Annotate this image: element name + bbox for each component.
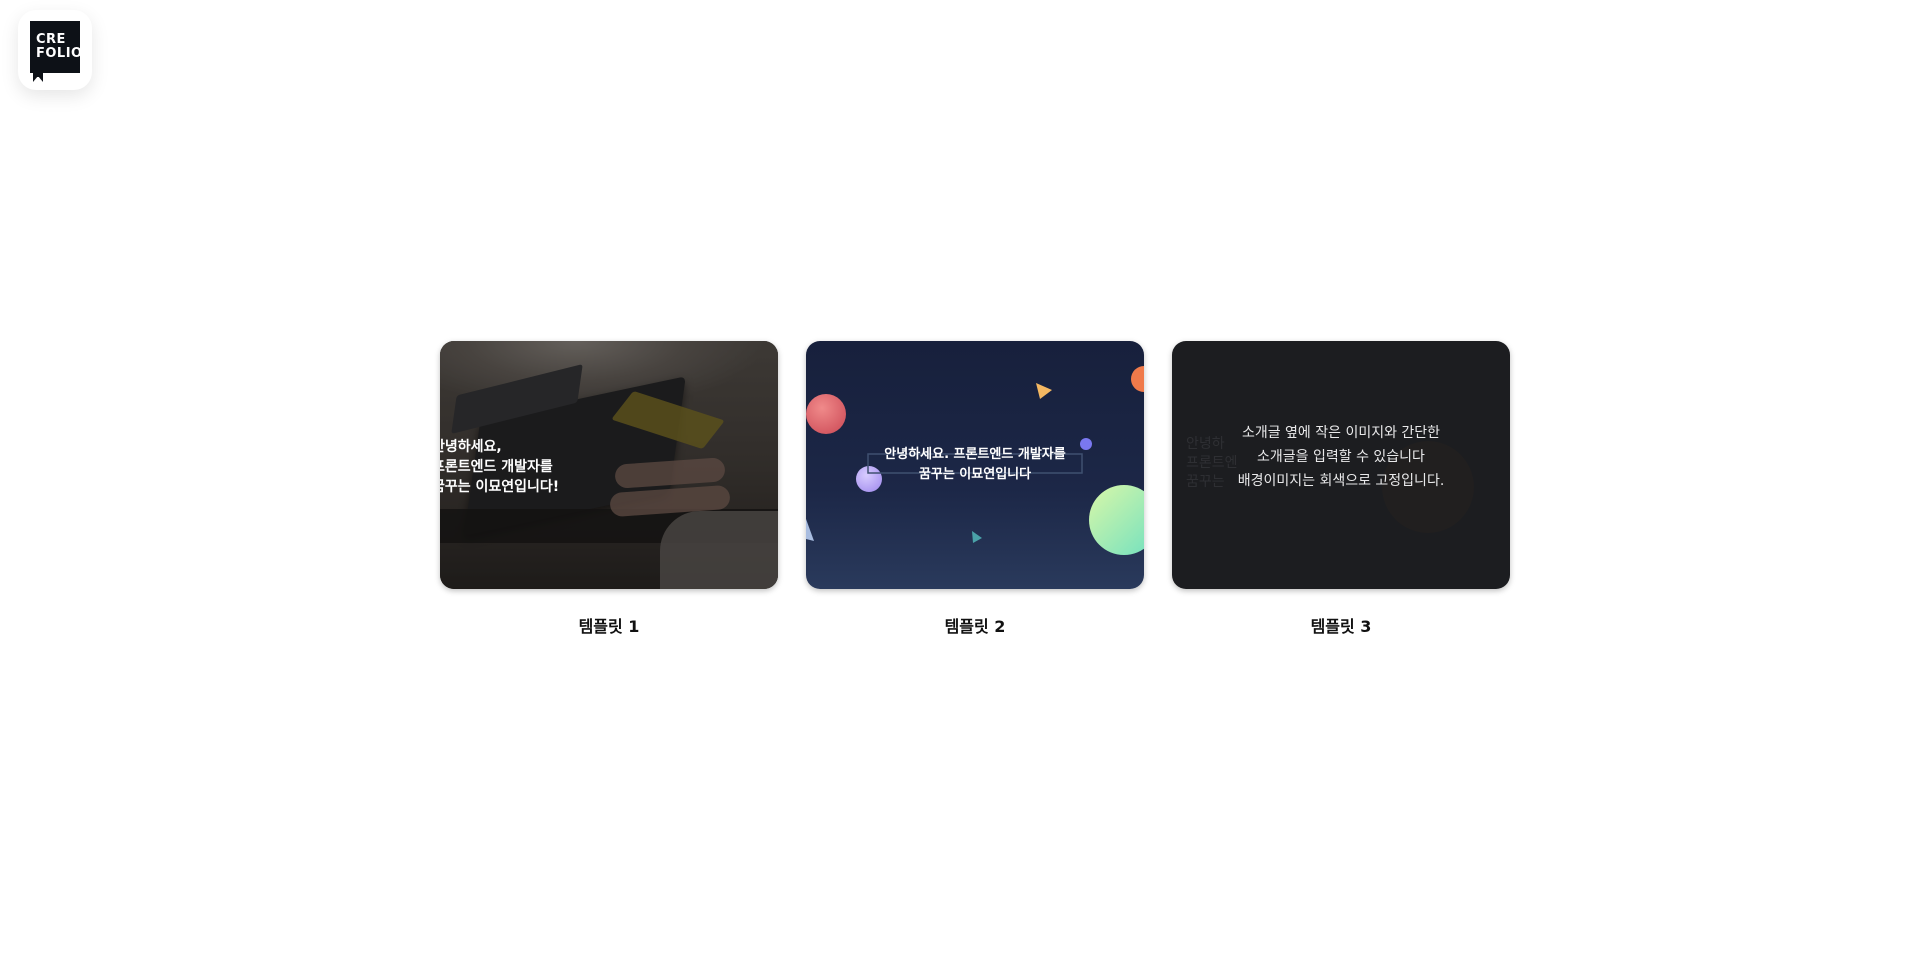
template-3-preview[interactable]: 안녕하 프론트엔 꿈꾸는 소개글 옆에 작은 이미지와 간단한 소개글을 입력할… xyxy=(1172,341,1510,589)
template-1-preview[interactable]: 안녕하세요, 프론트엔드 개발자를 꿈꾸는 이묘연입니다! xyxy=(440,341,778,589)
green-circle xyxy=(1089,485,1144,555)
logo-line-2: FOLIO xyxy=(36,46,83,61)
orange-circle xyxy=(1131,366,1144,392)
red-circle xyxy=(806,394,846,434)
template-item-1[interactable]: 안녕하세요, 프론트엔드 개발자를 꿈꾸는 이묘연입니다! 템플릿 1 xyxy=(440,341,778,637)
orange-triangle xyxy=(1036,383,1052,399)
crefolio-logo[interactable]: CRE FOLIO xyxy=(30,21,83,82)
template-item-2[interactable]: 안녕하세요. 프론트엔드 개발자를 꿈꾸는 이묘연입니다 템플릿 2 xyxy=(806,341,1144,637)
template-3-intro-text: 소개글 옆에 작은 이미지와 간단한 소개글을 입력할 수 있습니다 배경이미지… xyxy=(1237,425,1445,489)
teal-triangle xyxy=(972,531,982,543)
template-1-intro-text: 안녕하세요, 프론트엔드 개발자를 꿈꾸는 이묘연입니다! xyxy=(440,439,560,495)
template-2-preview[interactable]: 안녕하세요. 프론트엔드 개발자를 꿈꾸는 이묘연입니다 xyxy=(806,341,1144,589)
template-1-label[interactable]: 템플릿 1 xyxy=(579,613,640,637)
template-3-label[interactable]: 템플릿 3 xyxy=(1311,613,1372,637)
logo-line-1: CRE xyxy=(36,32,66,47)
logo-container[interactable]: CRE FOLIO xyxy=(18,10,92,90)
template-list: 안녕하세요, 프론트엔드 개발자를 꿈꾸는 이묘연입니다! 템플릿 1 xyxy=(440,341,1510,637)
template-2-intro-text: 안녕하세요. 프론트엔드 개발자를 꿈꾸는 이묘연입니다 xyxy=(884,447,1066,482)
light-triangle xyxy=(806,519,814,541)
template-2-label[interactable]: 템플릿 2 xyxy=(945,613,1006,637)
logo-bookmark-notch xyxy=(33,76,43,82)
template-item-3[interactable]: 안녕하 프론트엔 꿈꾸는 소개글 옆에 작은 이미지와 간단한 소개글을 입력할… xyxy=(1172,341,1510,637)
